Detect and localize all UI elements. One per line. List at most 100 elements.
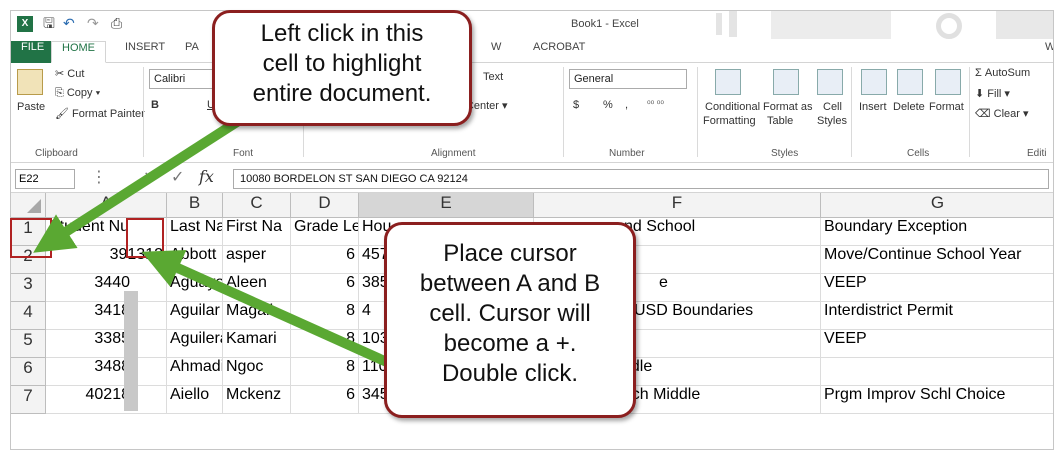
cell[interactable]: Aguayo	[167, 274, 223, 302]
cell[interactable]: 3440	[46, 274, 167, 302]
format-as-table-button[interactable]: Format as	[763, 101, 813, 113]
cell[interactable]: Boundary Exception	[821, 218, 1053, 246]
callout-select-all: Left click in this cell to highlight ent…	[212, 10, 472, 126]
font-group-label: Font	[233, 148, 254, 159]
callout-line: entire document.	[252, 80, 432, 107]
cell[interactable]: asper	[223, 246, 291, 274]
enter-icon[interactable]: ✓	[171, 167, 184, 186]
cell[interactable]: Mckenz	[223, 386, 291, 414]
insert-cells-icon[interactable]	[861, 69, 887, 95]
row-header[interactable]: 4	[11, 302, 46, 330]
cell[interactable]: Aleen	[223, 274, 291, 302]
insert-function-icon[interactable]: fx	[199, 167, 214, 186]
wrap-text-button[interactable]: Text	[483, 71, 503, 83]
formula-input[interactable]: 10080 BORDELON ST SAN DIEGO CA 92124	[233, 169, 1049, 189]
cell[interactable]: VEEP	[821, 330, 1053, 358]
column-header-b[interactable]: B	[167, 193, 223, 218]
cell[interactable]: 8	[291, 302, 359, 330]
title-bar: X 🖫 ↶ ↷ ⎙ Book1 - Excel	[11, 11, 1053, 41]
row-header[interactable]: 3	[11, 274, 46, 302]
tab-view[interactable]: W	[481, 41, 511, 63]
percent-button[interactable]: %	[603, 99, 613, 111]
cell[interactable]: 6	[291, 246, 359, 274]
row-header[interactable]: 6	[11, 358, 46, 386]
row-header[interactable]: 7	[11, 386, 46, 414]
cell[interactable]: 3418	[46, 302, 167, 330]
cell[interactable]: Magali	[223, 302, 291, 330]
redo-icon[interactable]: ↷	[87, 16, 99, 32]
conditional-formatting-button[interactable]: Conditional	[705, 101, 760, 113]
formula-menu-icon[interactable]: ⋮	[91, 167, 107, 186]
column-header-f[interactable]: F	[534, 193, 821, 218]
cell[interactable]: First Na	[223, 218, 291, 246]
cell[interactable]: Abbott	[167, 246, 223, 274]
font-name-box[interactable]: Calibri	[149, 69, 221, 89]
cell[interactable]: 8	[291, 330, 359, 358]
number-format-box[interactable]: General	[569, 69, 687, 89]
currency-button[interactable]: $	[573, 99, 579, 111]
cell[interactable]: Ahmadi	[167, 358, 223, 386]
title-decoration	[996, 11, 1053, 39]
paste-button[interactable]: Paste	[17, 101, 45, 113]
column-header-c[interactable]: C	[223, 193, 291, 218]
resize-cursor-shadow	[124, 291, 138, 411]
cell[interactable]: 6	[291, 386, 359, 414]
tab-page-layout[interactable]: PA	[175, 41, 209, 63]
cell[interactable]: Interdistrict Permit	[821, 302, 1053, 330]
column-header-e[interactable]: E	[359, 193, 534, 218]
name-box[interactable]: E22	[15, 169, 75, 189]
column-header-g[interactable]: G	[821, 193, 1053, 218]
cancel-icon[interactable]: ×	[143, 167, 156, 186]
format-cells-button[interactable]: Format	[929, 101, 964, 113]
column-header-d[interactable]: D	[291, 193, 359, 218]
paste-icon[interactable]	[17, 69, 43, 95]
delete-cells-button[interactable]: Delete	[893, 101, 925, 113]
cell-styles-button[interactable]: Cell	[823, 101, 842, 113]
format-as-table-icon[interactable]	[773, 69, 799, 95]
cell[interactable]: 6	[291, 274, 359, 302]
cell[interactable]: 3385	[46, 330, 167, 358]
insert-cells-button[interactable]: Insert	[859, 101, 887, 113]
cell[interactable]: Move/Continue School Year	[821, 246, 1053, 274]
cell[interactable]: 40218	[46, 386, 167, 414]
conditional-formatting-icon[interactable]	[715, 69, 741, 95]
cut-button[interactable]: ✂ Cut	[55, 67, 84, 80]
callout-autofit-column: Place cursor between A and B cell. Curso…	[384, 222, 636, 418]
cell[interactable]: Last Nam	[167, 218, 223, 246]
format-painter-button[interactable]: 🖌 Format Painter	[55, 107, 145, 120]
cell[interactable]: VEEP	[821, 274, 1053, 302]
cell[interactable]: Aiello	[167, 386, 223, 414]
delete-cells-icon[interactable]	[897, 69, 923, 95]
cell[interactable]: Grade Le	[291, 218, 359, 246]
decimal-icons[interactable]: ⁰⁰ ⁰⁰	[647, 99, 664, 110]
row-header[interactable]: 5	[11, 330, 46, 358]
tab-overflow[interactable]: W	[1035, 41, 1053, 63]
cell[interactable]: Ngoc	[223, 358, 291, 386]
number-group-label: Number	[609, 148, 645, 159]
print-preview-icon[interactable]: ⎙	[111, 16, 122, 32]
tab-file[interactable]: FILE	[11, 41, 55, 63]
save-icon[interactable]: 🖫	[43, 16, 55, 32]
undo-icon[interactable]: ↶	[63, 16, 75, 32]
tab-home[interactable]: HOME	[51, 41, 106, 63]
cell[interactable]: Prgm Improv Schl Choice	[821, 386, 1053, 414]
cell[interactable]: Aguilera	[167, 330, 223, 358]
fill-button[interactable]: ⬇ Fill ▾	[975, 87, 1010, 100]
cell[interactable]: Aguilar	[167, 302, 223, 330]
column-header-a[interactable]: A	[46, 193, 167, 218]
cell[interactable]: Kamari	[223, 330, 291, 358]
autosum-button[interactable]: Σ AutoSum	[975, 67, 1030, 79]
bold-button[interactable]: B	[151, 99, 159, 111]
comma-button[interactable]: ,	[625, 99, 628, 111]
clear-button[interactable]: ⌫ Clear ▾	[975, 107, 1029, 120]
tab-acrobat[interactable]: ACROBAT	[523, 41, 595, 63]
cell-styles-icon[interactable]	[817, 69, 843, 95]
cell[interactable]	[821, 358, 1053, 386]
cell[interactable]: 3488	[46, 358, 167, 386]
clear-label: Clear	[993, 108, 1020, 120]
format-cells-icon[interactable]	[935, 69, 961, 95]
cell[interactable]: 8	[291, 358, 359, 386]
select-all-button[interactable]	[11, 193, 46, 218]
tab-insert[interactable]: INSERT	[115, 41, 175, 63]
copy-button[interactable]: ⎘ Copy ▾	[55, 87, 100, 100]
